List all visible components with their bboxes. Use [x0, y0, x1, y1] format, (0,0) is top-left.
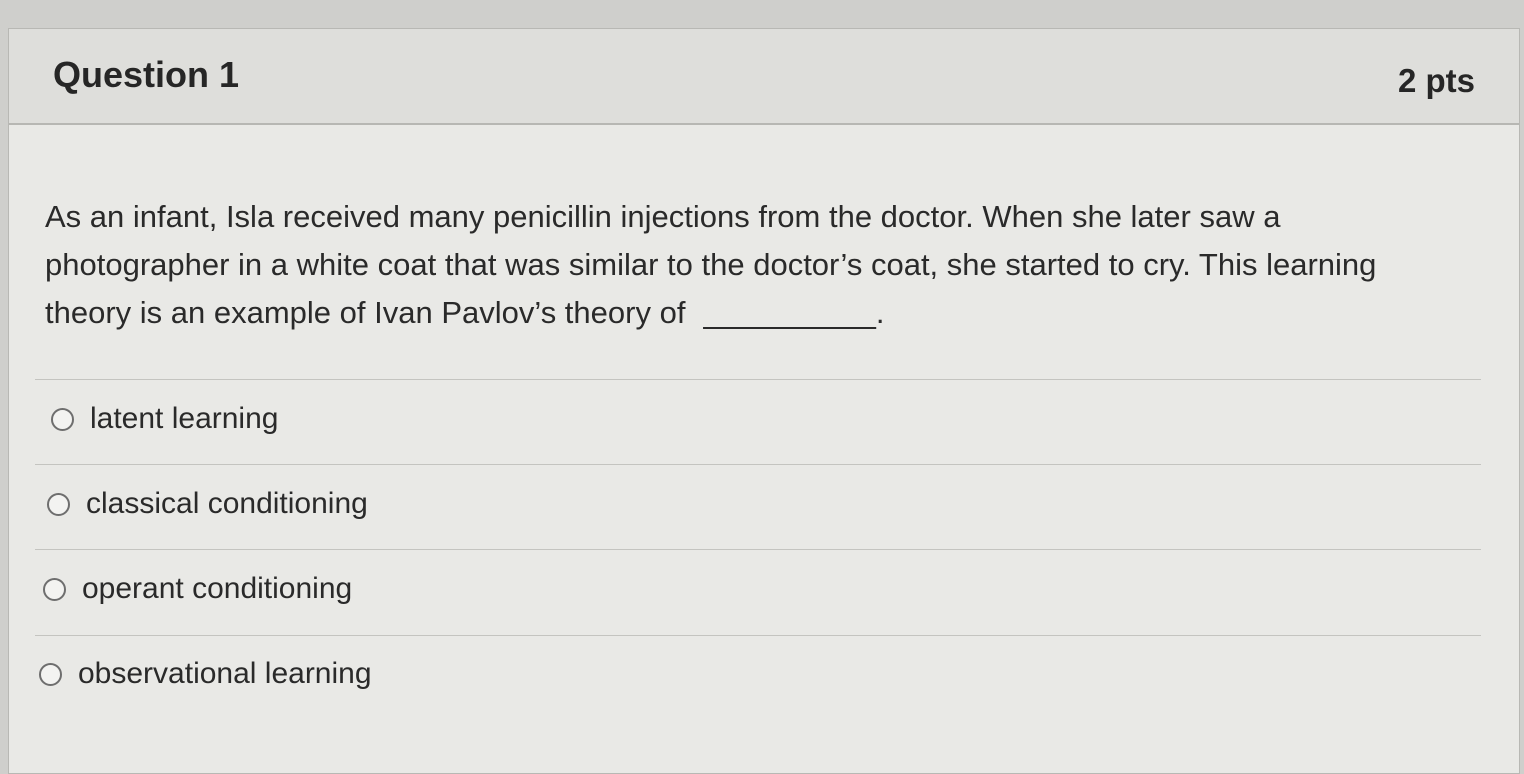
answer-label[interactable]: observational learning: [78, 657, 372, 691]
answer-option-latent-learning[interactable]: latent learning: [51, 383, 278, 455]
answer-label[interactable]: latent learning: [90, 402, 278, 436]
question-header: Question 1 2 pts: [9, 29, 1519, 125]
radio-button-icon[interactable]: [39, 662, 62, 686]
answer-divider: [35, 635, 1481, 636]
answer-option-operant-conditioning[interactable]: operant conditioning: [43, 553, 352, 625]
answer-label[interactable]: operant conditioning: [82, 572, 352, 606]
question-text: As an infant, Isla received many penicil…: [45, 193, 1405, 337]
answer-label[interactable]: classical conditioning: [86, 487, 368, 521]
question-title: Question 1: [53, 54, 240, 95]
answer-blank: __________.: [703, 295, 885, 330]
radio-button-icon[interactable]: [43, 577, 66, 601]
answer-option-classical-conditioning[interactable]: classical conditioning: [47, 468, 368, 540]
radio-button-icon[interactable]: [47, 492, 70, 516]
answer-divider: [35, 464, 1481, 465]
radio-button-icon[interactable]: [51, 407, 74, 431]
question-card: Question 1 2 pts As an infant, Isla rece…: [8, 28, 1520, 774]
answer-divider: [35, 549, 1481, 550]
question-points: 2 pts: [1397, 62, 1475, 99]
answer-divider: [35, 379, 1481, 380]
answer-option-observational-learning[interactable]: observational learning: [39, 638, 372, 710]
